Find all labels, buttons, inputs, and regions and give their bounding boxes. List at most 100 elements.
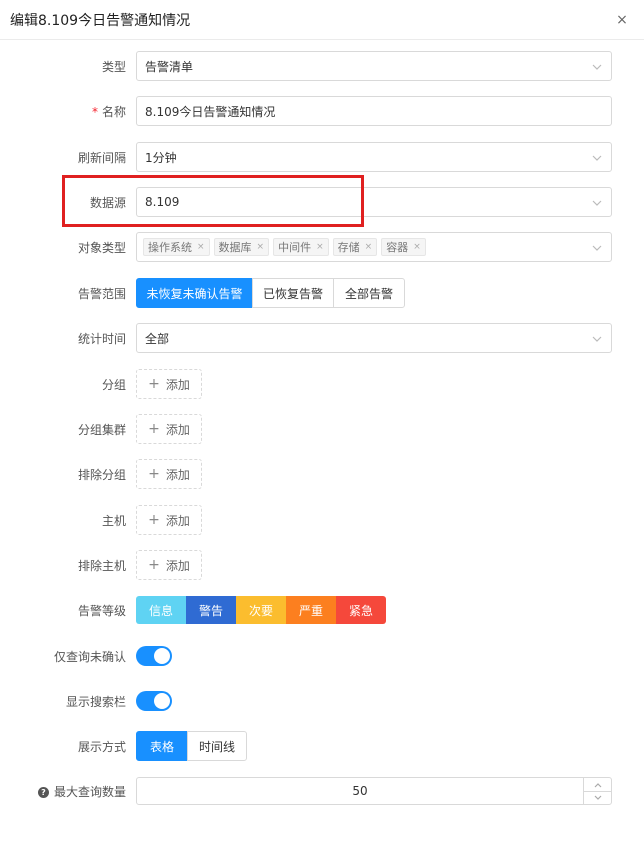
decrement-button[interactable] bbox=[584, 791, 611, 804]
object-type-label: 对象类型 bbox=[77, 240, 126, 255]
toggle-knob bbox=[154, 648, 170, 664]
edit-dialog: 编辑8.109今日告警通知情况 × 类型 告警清单 * 名称 8.109今日告警通… bbox=[0, 0, 644, 854]
tag-close-icon[interactable]: × bbox=[197, 242, 205, 252]
tag-storage: 存储 × bbox=[332, 238, 378, 256]
alarm-scope-row: 告警范围 未恢复未确认告警 已恢复告警 全部告警 bbox=[0, 277, 644, 309]
add-exclude-group-button[interactable]: + 添加 bbox=[136, 459, 202, 489]
name-label-text: 名称 bbox=[101, 104, 126, 119]
tag-close-icon[interactable]: × bbox=[365, 242, 373, 252]
add-exclude-host-button[interactable]: + 添加 bbox=[136, 550, 202, 580]
chevron-down-icon bbox=[592, 245, 602, 251]
number-stepper bbox=[583, 778, 611, 804]
help-icon[interactable]: ? bbox=[37, 786, 49, 798]
refresh-value: 1分钟 bbox=[145, 150, 177, 165]
alarm-level-row: 告警等级 信息 警告 次要 严重 紧急 bbox=[0, 594, 644, 626]
add-label: 添加 bbox=[165, 558, 190, 573]
max-query-value: 50 bbox=[352, 784, 368, 798]
refresh-select[interactable]: 1分钟 bbox=[136, 142, 612, 172]
level-info-button[interactable]: 信息 bbox=[136, 596, 186, 624]
stat-time-value: 全部 bbox=[145, 331, 170, 346]
alarm-scope-segmented: 未恢复未确认告警 已恢复告警 全部告警 bbox=[136, 278, 405, 308]
show-search-toggle[interactable] bbox=[136, 691, 172, 711]
close-icon[interactable]: × bbox=[614, 12, 630, 28]
max-query-row: ? 最大查询数量 50 bbox=[0, 775, 644, 807]
plus-icon: + bbox=[148, 421, 160, 437]
type-select[interactable]: 告警清单 bbox=[136, 51, 612, 81]
alarm-level-group: 信息 警告 次要 严重 紧急 bbox=[136, 596, 386, 624]
tag-middleware: 中间件 × bbox=[273, 238, 329, 256]
add-label: 添加 bbox=[165, 377, 190, 392]
add-group-button[interactable]: + 添加 bbox=[136, 369, 202, 399]
tag-container: 容器 × bbox=[381, 238, 426, 256]
chevron-down-icon bbox=[594, 795, 601, 800]
object-type-select[interactable]: 操作系统 × 数据库 × 中间件 × 存储 × 容器 × bbox=[136, 232, 612, 262]
chevron-down-icon bbox=[592, 336, 602, 342]
max-query-label: ? 最大查询数量 bbox=[0, 783, 136, 800]
stat-time-select[interactable]: 全部 bbox=[136, 323, 612, 353]
chevron-down-icon bbox=[592, 155, 602, 161]
host-row: 主机 + 添加 bbox=[0, 504, 644, 536]
type-row: 类型 告警清单 bbox=[0, 50, 644, 82]
display-table-button[interactable]: 表格 bbox=[136, 731, 188, 761]
add-label: 添加 bbox=[165, 513, 190, 528]
chevron-down-icon bbox=[592, 200, 602, 206]
level-warning-button[interactable]: 警告 bbox=[186, 596, 236, 624]
tag-os: 操作系统 × bbox=[143, 238, 210, 256]
only-unconfirmed-toggle[interactable] bbox=[136, 646, 172, 666]
required-mark: * bbox=[91, 104, 98, 119]
add-group-cluster-button[interactable]: + 添加 bbox=[136, 414, 202, 444]
name-row: * 名称 8.109今日告警通知情况 bbox=[0, 95, 644, 127]
display-mode-segmented: 表格 时间线 bbox=[136, 731, 247, 761]
level-critical-button[interactable]: 紧急 bbox=[336, 596, 386, 624]
increment-button[interactable] bbox=[584, 778, 611, 791]
max-query-input[interactable]: 50 bbox=[136, 777, 612, 805]
plus-icon: + bbox=[148, 466, 160, 482]
only-unconfirmed-row: 仅查询未确认 bbox=[0, 640, 644, 672]
tag-database: 数据库 × bbox=[213, 238, 270, 256]
type-label: 类型 bbox=[101, 59, 126, 74]
exclude-group-row: 排除分组 + 添加 bbox=[0, 458, 644, 490]
exclude-host-label: 排除主机 bbox=[77, 558, 126, 573]
tag-close-icon[interactable]: × bbox=[413, 242, 421, 252]
scope-recovered-button[interactable]: 已恢复告警 bbox=[252, 278, 334, 308]
stat-time-row: 统计时间 全部 bbox=[0, 322, 644, 354]
display-timeline-button[interactable]: 时间线 bbox=[187, 731, 247, 761]
scope-unrecovered-button[interactable]: 未恢复未确认告警 bbox=[136, 278, 253, 308]
group-row: 分组 + 添加 bbox=[0, 368, 644, 400]
display-mode-label: 展示方式 bbox=[77, 739, 126, 754]
chevron-down-icon bbox=[592, 64, 602, 70]
tag-close-icon[interactable]: × bbox=[257, 242, 265, 252]
refresh-row: 刷新间隔 1分钟 bbox=[0, 141, 644, 173]
type-value: 告警清单 bbox=[145, 59, 194, 74]
tag-label: 容器 bbox=[386, 241, 409, 254]
exclude-group-label: 排除分组 bbox=[77, 467, 126, 482]
show-search-row: 显示搜索栏 bbox=[0, 685, 644, 717]
level-major-button[interactable]: 严重 bbox=[286, 596, 336, 624]
plus-icon: + bbox=[148, 512, 160, 528]
show-search-label: 显示搜索栏 bbox=[65, 694, 126, 709]
alarm-level-label: 告警等级 bbox=[77, 603, 126, 618]
name-label: * 名称 bbox=[0, 103, 136, 120]
group-cluster-row: 分组集群 + 添加 bbox=[0, 413, 644, 445]
add-label: 添加 bbox=[165, 422, 190, 437]
host-label: 主机 bbox=[101, 513, 126, 528]
plus-icon: + bbox=[148, 557, 160, 573]
only-unconfirmed-label: 仅查询未确认 bbox=[53, 649, 126, 664]
plus-icon: + bbox=[148, 376, 160, 392]
tag-label: 存储 bbox=[337, 241, 360, 254]
refresh-label: 刷新间隔 bbox=[77, 150, 126, 165]
group-cluster-label: 分组集群 bbox=[77, 422, 126, 437]
name-input[interactable]: 8.109今日告警通知情况 bbox=[136, 96, 612, 126]
stat-time-label: 统计时间 bbox=[77, 331, 126, 346]
add-label: 添加 bbox=[165, 467, 190, 482]
add-host-button[interactable]: + 添加 bbox=[136, 505, 202, 535]
tag-close-icon[interactable]: × bbox=[316, 242, 324, 252]
tag-label: 中间件 bbox=[278, 241, 312, 254]
object-type-row: 对象类型 操作系统 × 数据库 × 中间件 × 存储 × 容器 × bbox=[0, 231, 644, 263]
object-type-tags: 操作系统 × 数据库 × 中间件 × 存储 × 容器 × bbox=[143, 238, 426, 256]
dialog-header: 编辑8.109今日告警通知情况 × bbox=[0, 0, 644, 40]
highlight-box bbox=[62, 175, 364, 227]
scope-all-button[interactable]: 全部告警 bbox=[333, 278, 405, 308]
level-minor-button[interactable]: 次要 bbox=[236, 596, 286, 624]
tag-label: 数据库 bbox=[218, 241, 252, 254]
